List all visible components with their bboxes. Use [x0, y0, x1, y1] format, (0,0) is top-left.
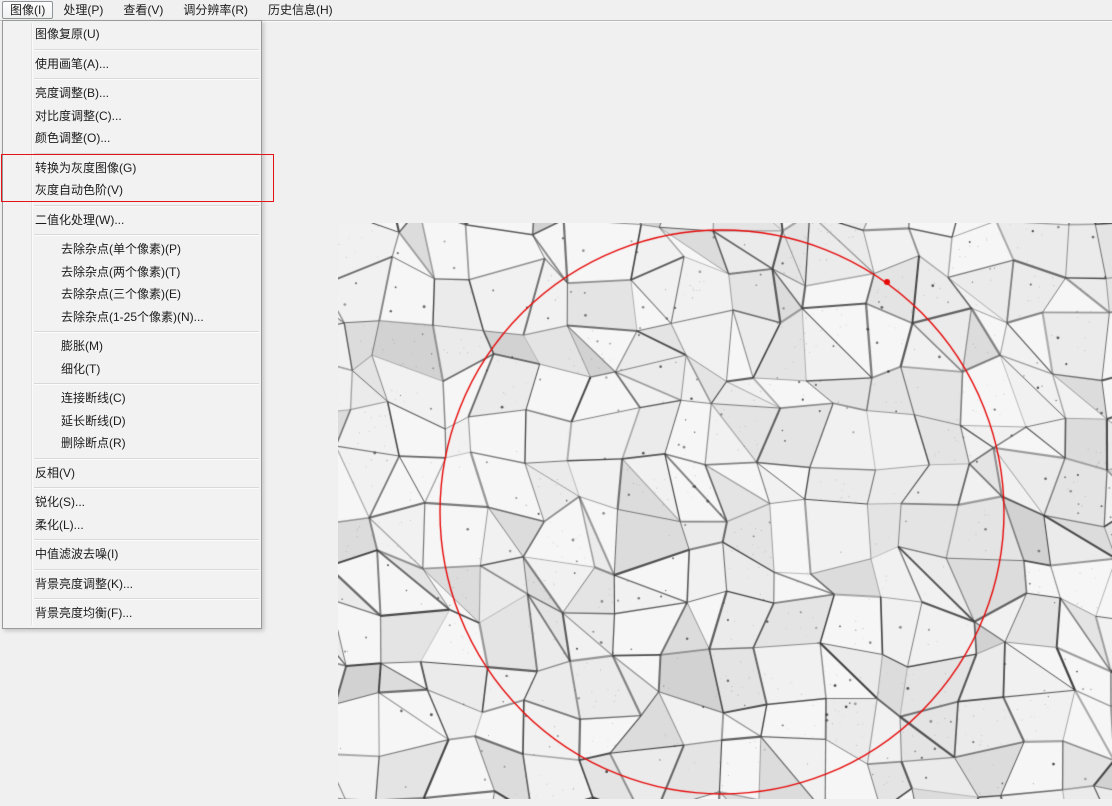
- menu-item[interactable]: 去除杂点(两个像素)(T): [3, 261, 261, 284]
- menu-item[interactable]: 灰度自动色阶(V): [3, 179, 261, 202]
- menu-item[interactable]: 膨胀(M): [3, 335, 261, 358]
- image-menu-dropdown: 图像复原(U) 使用画笔(A)... 亮度调整(B)...对比度调整(C)...颜色…: [2, 20, 262, 629]
- menu-item[interactable]: 细化(T): [3, 358, 261, 381]
- menu-item[interactable]: 中值滤波去噪(I): [3, 543, 261, 566]
- menu-separator: [34, 153, 259, 154]
- menu-item[interactable]: 删除断点(R): [3, 432, 261, 455]
- app-window: 图像(I)处理(P)查看(V)调分辨率(R)历史信息(H) 图像复原(U) 使用画…: [0, 0, 1112, 806]
- menu-separator: [34, 383, 259, 384]
- menu-separator: [34, 569, 259, 570]
- image-menu-dropdown-items: 图像复原(U) 使用画笔(A)... 亮度调整(B)...对比度调整(C)...颜色…: [3, 23, 261, 625]
- menu-item[interactable]: 反相(V): [3, 462, 261, 485]
- menu-item[interactable]: 转换为灰度图像(G): [3, 157, 261, 180]
- menu-item[interactable]: 连接断线(C): [3, 387, 261, 410]
- menu-separator: [34, 487, 259, 488]
- menu-separator: [34, 539, 259, 540]
- menu-separator: [34, 78, 259, 79]
- menu-bar: 图像(I)处理(P)查看(V)调分辨率(R)历史信息(H): [0, 0, 1112, 21]
- menubar-item-2[interactable]: 处理(P): [53, 1, 113, 19]
- menu-separator: [34, 458, 259, 459]
- menu-item[interactable]: 背景亮度调整(K)...: [3, 573, 261, 596]
- menu-separator: [34, 234, 259, 235]
- menu-item[interactable]: 使用画笔(A)...: [3, 53, 261, 76]
- menubar-item-3[interactable]: 查看(V): [113, 1, 173, 19]
- menubar-item-4[interactable]: 调分辨率(R): [173, 1, 258, 19]
- menu-separator: [34, 205, 259, 206]
- menu-item[interactable]: 去除杂点(1-25个像素)(N)...: [3, 306, 261, 329]
- menu-separator: [34, 598, 259, 599]
- menu-item[interactable]: 去除杂点(三个像素)(E): [3, 283, 261, 306]
- menu-item[interactable]: 颜色调整(O)...: [3, 127, 261, 150]
- menu-item[interactable]: 去除杂点(单个像素)(P): [3, 238, 261, 261]
- menu-separator: [34, 49, 259, 50]
- micrograph-image[interactable]: [338, 223, 1112, 799]
- menu-item[interactable]: 图像复原(U): [3, 23, 261, 46]
- menubar-item-5[interactable]: 历史信息(H): [258, 1, 343, 19]
- menu-item[interactable]: 延长断线(D): [3, 410, 261, 433]
- menu-item[interactable]: 柔化(L)...: [3, 514, 261, 537]
- menu-item[interactable]: 锐化(S)...: [3, 491, 261, 514]
- menu-item[interactable]: 亮度调整(B)...: [3, 82, 261, 105]
- menu-item[interactable]: 二值化处理(W)...: [3, 209, 261, 232]
- menubar-item-1[interactable]: 图像(I): [2, 1, 53, 19]
- menu-item[interactable]: 背景亮度均衡(F)...: [3, 602, 261, 625]
- menu-separator: [34, 331, 259, 332]
- menu-item[interactable]: 对比度调整(C)...: [3, 105, 261, 128]
